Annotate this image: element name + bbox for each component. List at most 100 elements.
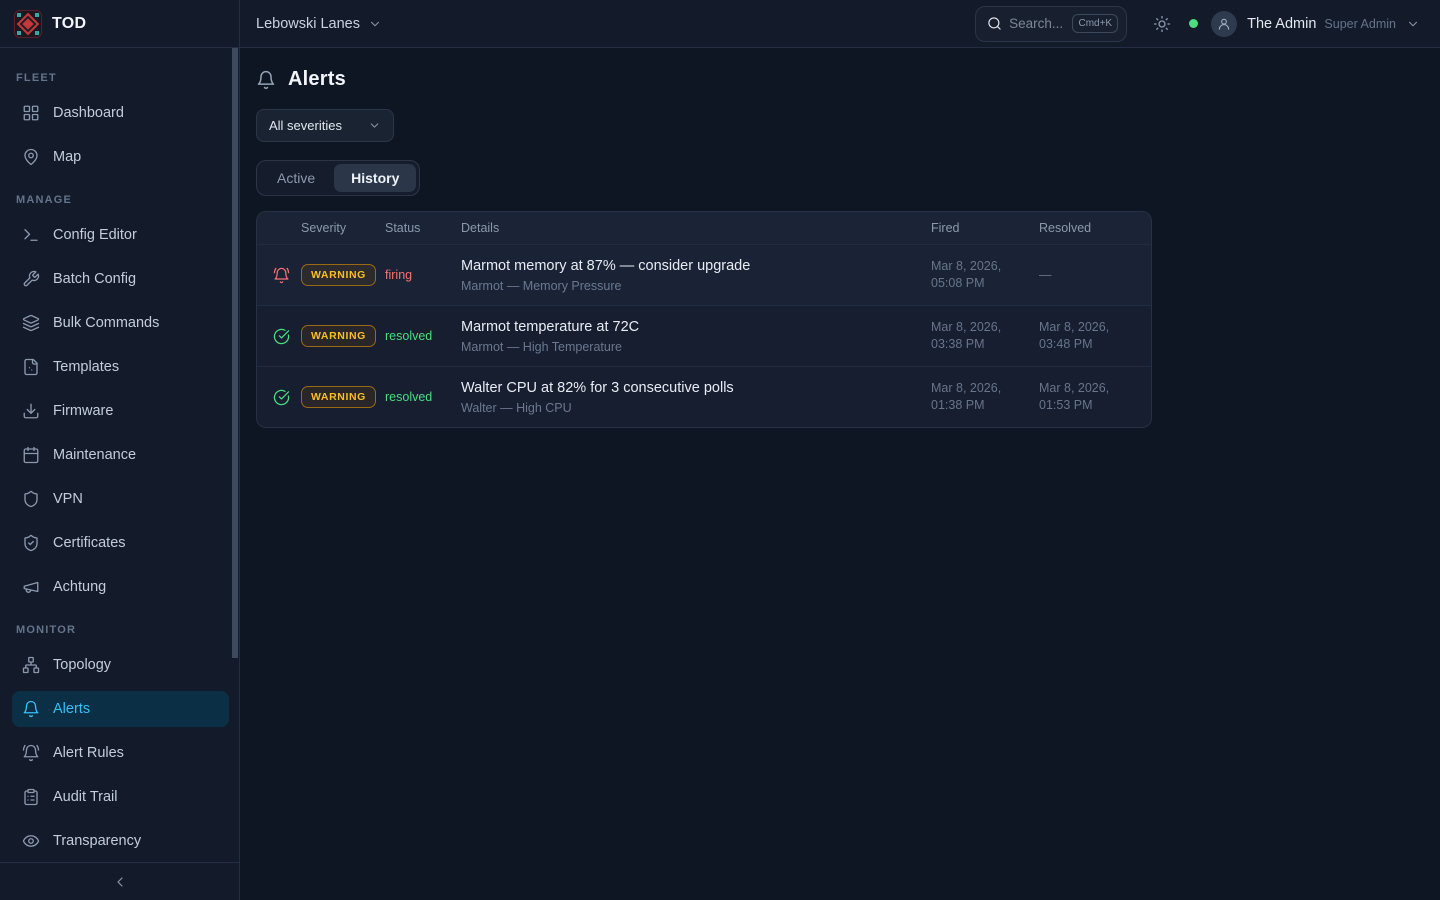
- resolved-timestamp: —: [1039, 267, 1135, 284]
- sidebar-item-label: Alert Rules: [53, 745, 124, 761]
- dashboard-icon: [22, 104, 40, 122]
- user-menu-chevron-icon[interactable]: [1406, 17, 1420, 31]
- severity-badge: WARNING: [301, 325, 376, 347]
- sidebar-item-label: Transparency: [53, 833, 141, 849]
- sidebar-item-alerts[interactable]: Alerts: [12, 691, 229, 727]
- file-icon: [22, 358, 40, 376]
- sidebar-collapse-button[interactable]: [0, 862, 239, 900]
- shield-icon: [22, 490, 40, 508]
- sidebar-item-topology[interactable]: Topology: [12, 647, 229, 683]
- topbar: TOD Lebowski Lanes Cmd+K: [0, 0, 1440, 48]
- sidebar-item-label: Topology: [53, 657, 111, 673]
- sidebar-scrollbar[interactable]: [232, 48, 238, 658]
- sidebar-item-dashboard[interactable]: Dashboard: [12, 95, 229, 131]
- chevron-left-icon: [112, 874, 128, 890]
- bell-icon: [256, 70, 276, 90]
- alert-subtitle: Marmot — High Temperature: [461, 340, 931, 354]
- resolved-timestamp: Mar 8, 2026, 01:53 PM: [1039, 380, 1135, 414]
- sidebar-item-label: Maintenance: [53, 447, 136, 463]
- search-icon: [987, 16, 1002, 31]
- sidebar-item-alert-rules[interactable]: Alert Rules: [12, 735, 229, 771]
- avatar[interactable]: [1211, 11, 1237, 37]
- sidebar-item-label: Batch Config: [53, 271, 136, 287]
- column-severity: Severity: [301, 221, 385, 235]
- sidebar-item-templates[interactable]: Templates: [12, 349, 229, 385]
- alert-title: Walter CPU at 82% for 3 consecutive poll…: [461, 380, 931, 396]
- wrench-icon: [22, 270, 40, 288]
- alert-title: Marmot memory at 87% — consider upgrade: [461, 258, 931, 274]
- sidebar-item-label: Certificates: [53, 535, 126, 551]
- app-window: TOD Lebowski Lanes Cmd+K: [0, 0, 1440, 900]
- search-input[interactable]: [1009, 16, 1065, 31]
- status-text: resolved: [385, 329, 461, 343]
- calendar-icon: [22, 446, 40, 464]
- sidebar-item-label: Firmware: [53, 403, 113, 419]
- check-circle-icon: [273, 328, 301, 345]
- download-icon: [22, 402, 40, 420]
- sidebar-item-transparency[interactable]: Transparency: [12, 823, 229, 859]
- page-header: Alerts: [256, 68, 1440, 91]
- column-status: Status: [385, 221, 461, 235]
- sidebar-item-label: VPN: [53, 491, 83, 507]
- sidebar-item-map[interactable]: Map: [12, 139, 229, 175]
- sidebar-item-label: Map: [53, 149, 81, 165]
- sidebar-item-label: Audit Trail: [53, 789, 117, 805]
- org-name: Lebowski Lanes: [256, 16, 360, 32]
- org-switcher[interactable]: Lebowski Lanes: [256, 16, 382, 32]
- section-label-manage: MANAGE: [16, 194, 229, 206]
- shield-check-icon: [22, 534, 40, 552]
- topbar-middle: Lebowski Lanes: [240, 16, 975, 32]
- fired-timestamp: Mar 8, 2026, 03:38 PM: [931, 319, 1039, 353]
- table-header-row: Severity Status Details Fired Resolved: [257, 212, 1151, 244]
- sidebar-item-batch-config[interactable]: Batch Config: [12, 261, 229, 297]
- brand-logo-icon: [14, 10, 42, 38]
- tab-active[interactable]: Active: [260, 164, 332, 192]
- sidebar-item-firmware[interactable]: Firmware: [12, 393, 229, 429]
- resolved-timestamp: Mar 8, 2026, 03:48 PM: [1039, 319, 1135, 353]
- sidebar-item-label: Templates: [53, 359, 119, 375]
- topology-icon: [22, 656, 40, 674]
- sidebar-item-config-editor[interactable]: Config Editor: [12, 217, 229, 253]
- column-details: Details: [461, 221, 931, 235]
- main-content: Alerts All severities Active History Sev…: [240, 48, 1440, 900]
- status-text: firing: [385, 268, 461, 282]
- search-box[interactable]: Cmd+K: [975, 6, 1127, 42]
- section-label-monitor: MONITOR: [16, 624, 229, 636]
- bell-ring-icon: [273, 267, 301, 284]
- theme-toggle-button[interactable]: [1153, 15, 1171, 33]
- brand: TOD: [0, 0, 240, 47]
- search-shortcut-badge: Cmd+K: [1072, 14, 1118, 33]
- alert-subtitle: Marmot — Memory Pressure: [461, 279, 931, 293]
- sidebar-item-label: Config Editor: [53, 227, 137, 243]
- topbar-right: Cmd+K The Admin Super Admin: [975, 6, 1440, 42]
- sidebar-item-audit-trail[interactable]: Audit Trail: [12, 779, 229, 815]
- tab-history[interactable]: History: [334, 164, 416, 192]
- sidebar-item-bulk-commands[interactable]: Bulk Commands: [12, 305, 229, 341]
- user-role-badge: Super Admin: [1324, 17, 1396, 31]
- sidebar-item-label: Dashboard: [53, 105, 124, 121]
- check-circle-icon: [273, 389, 301, 406]
- table-row[interactable]: WARNING resolved Marmot temperature at 7…: [257, 305, 1151, 366]
- table-row[interactable]: WARNING firing Marmot memory at 87% — co…: [257, 244, 1151, 305]
- fired-timestamp: Mar 8, 2026, 05:08 PM: [931, 258, 1039, 292]
- sidebar-item-achtung[interactable]: Achtung: [12, 569, 229, 605]
- sidebar-item-maintenance[interactable]: Maintenance: [12, 437, 229, 473]
- fired-timestamp: Mar 8, 2026, 01:38 PM: [931, 380, 1039, 414]
- megaphone-icon: [22, 578, 40, 596]
- severity-filter-select[interactable]: All severities: [256, 109, 394, 142]
- chevron-down-icon: [368, 17, 382, 31]
- alert-title: Marmot temperature at 72C: [461, 319, 931, 335]
- page-title: Alerts: [288, 68, 346, 91]
- sidebar-item-vpn[interactable]: VPN: [12, 481, 229, 517]
- severity-badge: WARNING: [301, 386, 376, 408]
- sidebar: FLEET Dashboard Map MANAGE Config Editor…: [0, 48, 240, 900]
- table-row[interactable]: WARNING resolved Walter CPU at 82% for 3…: [257, 366, 1151, 427]
- sidebar-item-certificates[interactable]: Certificates: [12, 525, 229, 561]
- sidebar-item-label: Achtung: [53, 579, 106, 595]
- section-label-fleet: FLEET: [16, 72, 229, 84]
- column-fired: Fired: [931, 221, 1039, 235]
- map-pin-icon: [22, 148, 40, 166]
- chevron-down-icon: [368, 119, 381, 132]
- user-name: The Admin: [1247, 16, 1316, 32]
- alert-subtitle: Walter — High CPU: [461, 401, 931, 415]
